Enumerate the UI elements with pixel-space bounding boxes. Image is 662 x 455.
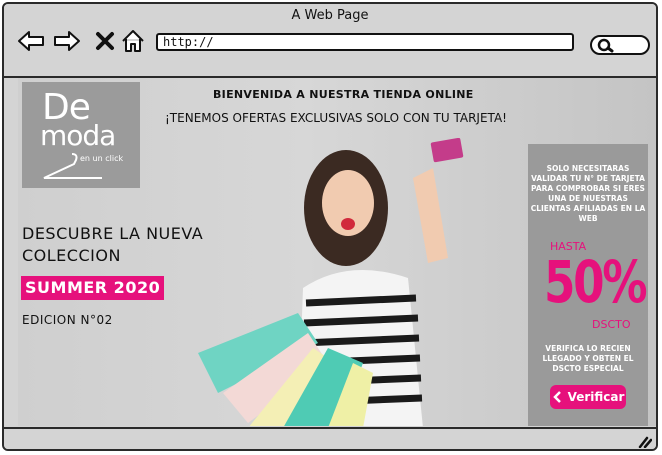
title-bar: A Web Page http:// xyxy=(4,4,656,78)
search-field[interactable] xyxy=(590,35,650,55)
discover-line-2: COLECCION xyxy=(22,246,121,265)
back-arrow-icon xyxy=(18,31,44,51)
stop-button[interactable] xyxy=(90,26,120,56)
panel-info-text: SOLO NECESITARAS VALIDAR TU N° DE TARJET… xyxy=(530,164,646,223)
close-icon xyxy=(96,32,114,50)
address-bar[interactable]: http:// xyxy=(156,33,574,51)
browser-window: A Web Page http:// De moda en un click B… xyxy=(2,2,658,451)
home-icon xyxy=(122,30,144,52)
welcome-heading: BIENVENIDA A NUESTRA TIENDA ONLINE xyxy=(213,88,474,101)
collection-badge: SUMMER 2020 xyxy=(21,276,165,300)
search-icon xyxy=(597,38,614,53)
discount-panel: SOLO NECESITARAS VALIDAR TU N° DE TARJET… xyxy=(528,144,648,426)
brand-logo[interactable]: De moda en un click xyxy=(22,82,140,188)
offer-subheading: ¡TENEMOS OFERTAS EXCLUSIVAS SOLO CON TU … xyxy=(165,111,507,125)
verify-button[interactable]: Verificar xyxy=(550,385,626,409)
discount-percent: 50% xyxy=(544,248,648,316)
hero-image xyxy=(198,138,464,426)
resize-grip-icon[interactable] xyxy=(634,434,652,448)
status-bar xyxy=(4,427,656,449)
edition-label: EDICION N°02 xyxy=(22,313,113,327)
collection-heading: DESCUBRE LA NUEVA COLECCION xyxy=(22,223,203,267)
verify-info-text: VERIFICA LO RECIEN LLEGADO Y OBTEN EL DS… xyxy=(542,344,634,373)
discount-dscto: DSCTO xyxy=(592,318,631,331)
discover-line-1: DESCUBRE LA NUEVA xyxy=(22,224,204,243)
back-button[interactable] xyxy=(16,26,46,56)
forward-arrow-icon xyxy=(54,31,80,51)
page-content: De moda en un click BIENVENIDA A NUESTRA… xyxy=(18,78,656,426)
window-title: A Web Page xyxy=(291,8,369,23)
hanger-icon xyxy=(43,153,102,179)
verify-button-label: Verificar xyxy=(567,390,625,404)
chevron-left-icon xyxy=(552,391,561,403)
forward-button[interactable] xyxy=(52,26,82,56)
logo-text-mid: moda xyxy=(40,119,116,152)
home-button[interactable] xyxy=(118,26,148,56)
